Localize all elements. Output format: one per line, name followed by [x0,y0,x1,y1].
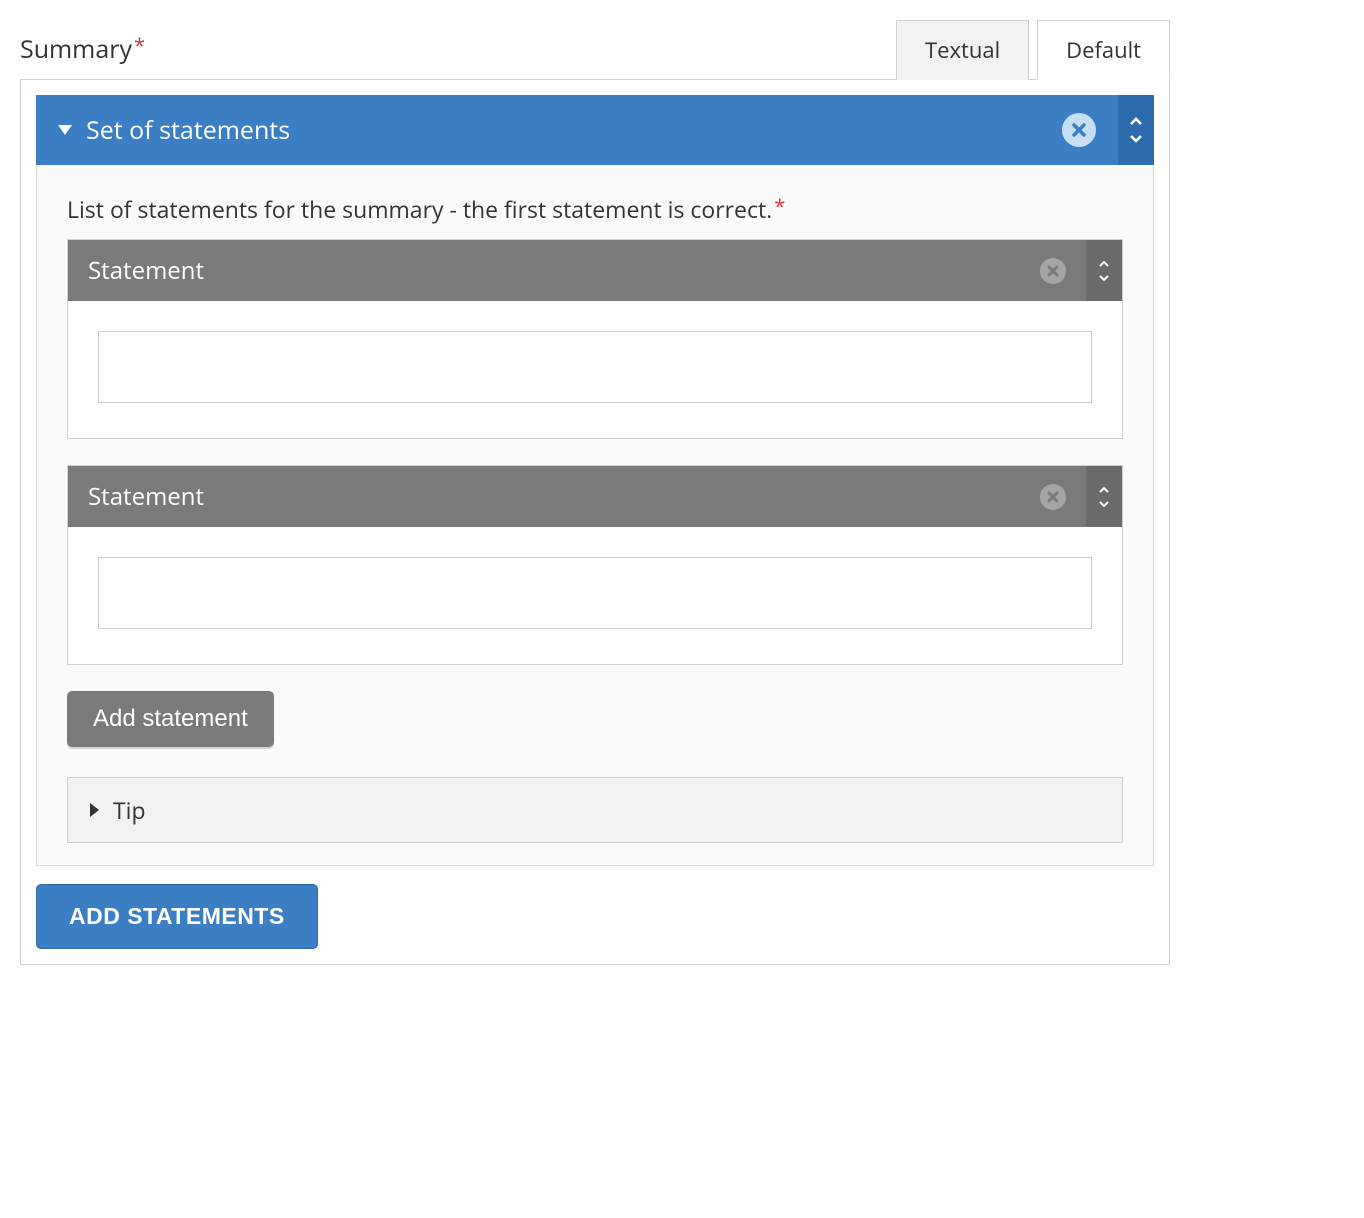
add-statement-button[interactable]: Add statement [67,691,274,747]
statement-block: Statement [67,239,1123,439]
set-reorder-handle[interactable] [1118,95,1154,165]
chevron-down-icon [1129,134,1143,143]
list-label: List of statements for the summary - the… [67,193,1123,225]
caret-down-icon [58,125,72,135]
section-label: Summary* [20,20,145,66]
caret-right-icon [90,803,99,817]
tab-textual[interactable]: Textual [896,20,1029,80]
statement-header[interactable]: Statement [68,240,1086,301]
tip-toggle[interactable]: Tip [67,777,1123,843]
chevron-up-icon [1098,260,1110,268]
add-statements-button[interactable]: ADD STATEMENTS [36,884,318,949]
chevron-down-icon [1098,274,1110,282]
close-set-button[interactable] [1062,113,1096,147]
statement-input[interactable] [98,331,1092,403]
statement-block: Statement [67,465,1123,665]
remove-statement-button[interactable] [1040,258,1066,284]
statement-title: Statement [88,254,1040,287]
set-body: List of statements for the summary - the… [36,165,1154,866]
tip-label: Tip [113,794,146,826]
panel: Set of statements List of statements for… [20,79,1170,965]
chevron-down-icon [1098,500,1110,508]
chevron-up-icon [1129,117,1143,126]
tabs: Textual Default [896,20,1170,80]
remove-statement-button[interactable] [1040,484,1066,510]
required-asterisk: * [134,32,145,59]
statement-input[interactable] [98,557,1092,629]
statement-header[interactable]: Statement [68,466,1086,527]
set-of-statements-block: Set of statements [36,95,1154,165]
statement-reorder-handle[interactable] [1086,466,1122,527]
set-title: Set of statements [86,113,1052,147]
set-header[interactable]: Set of statements [36,95,1118,165]
section-label-text: Summary [20,32,132,66]
statement-reorder-handle[interactable] [1086,240,1122,301]
statement-title: Statement [88,480,1040,513]
list-label-text: List of statements for the summary - the… [67,193,772,225]
tab-default[interactable]: Default [1037,20,1170,80]
required-asterisk: * [774,193,785,220]
chevron-up-icon [1098,486,1110,494]
